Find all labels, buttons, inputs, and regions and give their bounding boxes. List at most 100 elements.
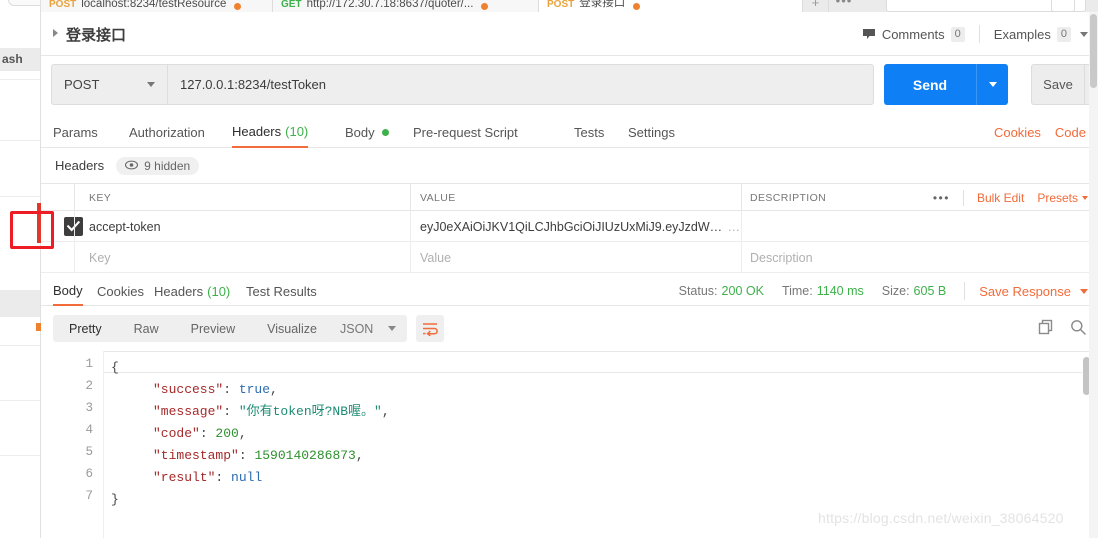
chevron-down-icon — [1082, 195, 1088, 200]
tab-pre-request-script-label: Pre-request Script — [413, 125, 518, 140]
word-wrap-button[interactable] — [416, 315, 444, 342]
url-input[interactable]: 127.0.0.1:8234/testToken — [167, 64, 874, 105]
sidebar-divider — [0, 196, 40, 197]
response-body-code[interactable]: {"success": true, "message": "你有token呀?NB… — [104, 351, 1098, 538]
examples-button[interactable]: Examples 0 — [994, 26, 1088, 42]
code-token: : — [223, 382, 239, 397]
tab-settings-label: Settings — [628, 125, 675, 140]
view-mode-visualize[interactable]: Visualize — [251, 315, 333, 342]
hidden-headers-toggle[interactable]: 9 hidden — [116, 156, 200, 175]
expand-caret-icon[interactable] — [53, 29, 58, 37]
eye-icon — [125, 159, 139, 173]
tab-headers[interactable]: Headers (10) — [232, 117, 309, 148]
presets-label: Presets — [1037, 190, 1078, 205]
save-button[interactable]: Save — [1031, 64, 1084, 105]
header-value-cell[interactable]: eyJ0eXAiOiJKV1QiLCJhbGciOiJIUzUxMiJ9.eyJ… — [420, 211, 740, 242]
chevron-down-icon — [1080, 288, 1088, 294]
tab-authorization[interactable]: Authorization — [129, 117, 205, 148]
line-number: 1 — [85, 357, 93, 371]
code-token: , — [270, 382, 278, 397]
cell-divider — [74, 242, 75, 273]
header-value-text: eyJ0eXAiOiJKV1QiLCJhbGciOiJIUzUxMiJ9.eyJ… — [420, 219, 725, 234]
request-tab-3[interactable]: POST 登录接口 — [539, 0, 803, 12]
size-label: Size: — [881, 284, 910, 298]
copy-button[interactable] — [1038, 319, 1054, 338]
request-section-tabs: Params Authorization Headers (10) Body P… — [41, 117, 1098, 148]
window-scrollbar-track[interactable] — [1089, 12, 1098, 538]
sidebar-divider — [0, 455, 40, 456]
unsaved-dot-icon — [481, 3, 489, 10]
view-mode-pretty[interactable]: Pretty — [53, 315, 118, 342]
cell-divider — [74, 211, 75, 242]
tab-params[interactable]: Params — [53, 117, 98, 148]
comments-button[interactable]: Comments 0 — [862, 26, 965, 42]
size-group: Size: 605 B — [882, 284, 946, 298]
chevron-down-icon[interactable] — [1080, 31, 1088, 37]
response-tab-cookies[interactable]: Cookies — [97, 276, 144, 306]
method-selector[interactable]: POST — [51, 64, 167, 105]
code-token: : — [223, 404, 239, 419]
table-row[interactable]: accept-token eyJ0eXAiOiJKV1QiLCJhbGciOiJ… — [41, 211, 1098, 242]
status-label: Status: — [678, 284, 718, 298]
new-header-description-input[interactable]: Description — [750, 242, 1080, 273]
column-header-description: DESCRIPTION — [750, 191, 827, 204]
meta-divider — [978, 25, 980, 43]
code-token: null — [231, 470, 263, 485]
response-body-viewer[interactable]: 1234567 {"success": true, "message": "你有t… — [41, 351, 1098, 538]
code-token: "你有token呀?NB喔。" — [238, 404, 382, 419]
bulk-edit-button[interactable]: Bulk Edit — [977, 191, 1024, 205]
view-mode-raw[interactable]: Raw — [118, 315, 175, 342]
tab-headers-label: Headers — [232, 124, 282, 139]
cell-divider — [410, 211, 411, 242]
tab-overflow-menu[interactable]: ••• — [829, 0, 859, 12]
actions-divider — [962, 189, 964, 206]
code-token: { — [111, 360, 119, 375]
word-wrap-icon — [423, 322, 438, 336]
examples-count: 0 — [1056, 26, 1071, 42]
request-tab-2[interactable]: GET http://172.30.7.18:8637/quoter/... — [273, 0, 539, 12]
request-tab-1[interactable]: POST localhost:8234/testResource — [41, 0, 273, 12]
sidebar-fragment-2[interactable]: ash — [0, 48, 40, 71]
code-token: "result" — [153, 470, 216, 485]
send-options-button[interactable] — [976, 64, 1008, 105]
request-tab-strip: POST localhost:8234/testResource GET htt… — [41, 0, 1098, 12]
tab-pre-request-script[interactable]: Pre-request Script — [413, 117, 518, 148]
request-name[interactable]: 登录接口 — [66, 24, 126, 45]
view-mode-preview[interactable]: Preview — [175, 315, 251, 342]
tab-body[interactable]: Body — [345, 117, 389, 148]
send-button[interactable]: Send — [884, 64, 976, 105]
url-row: POST 127.0.0.1:8234/testToken Send Save — [41, 56, 1098, 114]
response-format-selector[interactable]: JSON — [330, 315, 407, 342]
new-header-value-input[interactable]: Value — [420, 242, 740, 273]
header-key-cell[interactable]: accept-token — [89, 211, 404, 242]
status-group: Status: 200 OK — [679, 284, 764, 298]
unsaved-dot-icon — [234, 3, 242, 10]
column-divider — [410, 184, 411, 211]
table-row-empty[interactable]: Key Value Description — [41, 242, 1098, 273]
code-token: "code" — [153, 426, 200, 441]
header-description-cell[interactable] — [750, 211, 1080, 242]
more-options-icon[interactable]: ••• — [933, 191, 950, 205]
response-format-label: JSON — [340, 321, 374, 336]
response-tab-test-results[interactable]: Test Results — [246, 276, 317, 306]
tab-body-label: Body — [345, 125, 375, 140]
tab-settings[interactable]: Settings — [628, 117, 675, 148]
code-link[interactable]: Code — [1055, 125, 1086, 140]
cookies-link[interactable]: Cookies — [994, 125, 1041, 140]
sidebar: s ash — [0, 0, 41, 538]
window-scrollbar-thumb[interactable] — [1090, 14, 1097, 88]
environment-eye-button[interactable] — [1051, 0, 1075, 12]
tab-tests-label: Tests — [574, 125, 605, 140]
headers-table-actions: ••• Bulk Edit Presets — [933, 184, 1088, 211]
sidebar-selected-row[interactable] — [0, 290, 40, 317]
new-tab-button[interactable]: + — [803, 0, 829, 12]
response-tab-headers[interactable]: Headers (10) — [154, 276, 230, 306]
search-button[interactable] — [1070, 319, 1086, 338]
new-header-key-input[interactable]: Key — [89, 242, 404, 273]
column-header-key: KEY — [89, 191, 112, 204]
headers-title: Headers — [55, 158, 105, 173]
tab-tests[interactable]: Tests — [574, 117, 604, 148]
presets-button[interactable]: Presets — [1037, 191, 1088, 205]
save-response-button[interactable]: Save Response — [979, 284, 1088, 299]
response-tab-body[interactable]: Body — [53, 276, 83, 306]
